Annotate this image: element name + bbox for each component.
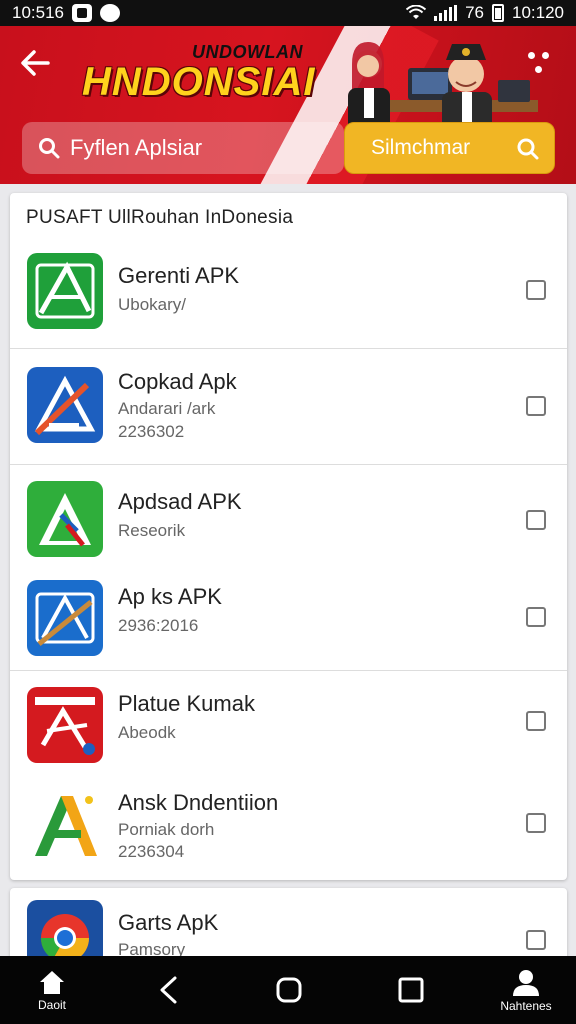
search-icon bbox=[517, 138, 539, 160]
app-name: Garts ApK bbox=[118, 910, 219, 935]
search-button-label: Silmchmar bbox=[371, 136, 471, 159]
app-name: Copkad Apk bbox=[118, 369, 237, 394]
select-checkbox[interactable] bbox=[526, 930, 546, 950]
more-options-button[interactable] bbox=[526, 48, 556, 82]
app-meta: Abeodk bbox=[118, 723, 176, 742]
app-name: Gerenti APK bbox=[118, 263, 240, 288]
green-a-icon bbox=[27, 481, 103, 557]
green-apk-icon bbox=[27, 253, 103, 329]
app-name: Ansk Dndentiion bbox=[118, 790, 279, 815]
search-icon bbox=[39, 138, 60, 159]
app-name: Ap ks APK bbox=[118, 584, 222, 609]
app-name: Apdsad APK bbox=[118, 489, 242, 514]
nav-profile-button[interactable]: Nahtenes bbox=[490, 956, 562, 1024]
app-meta-secondary: 2236304 bbox=[118, 842, 185, 861]
red-apk-icon bbox=[27, 687, 103, 763]
wifi-icon bbox=[406, 5, 427, 19]
section-title: PUSAFT UllRouhan InDonesia bbox=[26, 207, 294, 228]
chat-notification-icon bbox=[100, 4, 120, 22]
battery-icon bbox=[492, 4, 504, 22]
nav-home-label: Daoit bbox=[37, 997, 66, 1012]
status-time-right: 10:120 bbox=[512, 3, 564, 22]
nav-home-circle-button[interactable] bbox=[264, 956, 314, 1024]
list-item[interactable]: Platue Kumak Abeodk bbox=[10, 670, 567, 780]
app-meta: Ubokary/ bbox=[118, 295, 187, 314]
app-name: Platue Kumak bbox=[118, 691, 255, 716]
app-meta: Porniak dorh bbox=[118, 820, 215, 839]
app-meta: Reseorik bbox=[118, 521, 186, 540]
user-icon bbox=[513, 969, 539, 996]
nav-profile-label: Nahtenes bbox=[500, 998, 552, 1013]
search-button[interactable]: Silmchmar bbox=[344, 122, 555, 174]
home-icon bbox=[40, 970, 64, 994]
list-item[interactable]: Copkad Apk Andarari /ark 2236302 bbox=[10, 348, 567, 464]
square-icon bbox=[398, 977, 424, 1003]
status-bar: 10:516 76 10:120 bbox=[0, 0, 576, 26]
status-time-left: 10:516 bbox=[12, 3, 64, 22]
blue-pen-icon bbox=[27, 580, 103, 656]
select-checkbox[interactable] bbox=[526, 396, 546, 416]
select-checkbox[interactable] bbox=[526, 813, 546, 833]
app-list-card: PUSAFT UllRouhan InDonesia Gerenti APK U… bbox=[10, 193, 567, 880]
chevron-left-icon bbox=[160, 976, 177, 1004]
signal-icon bbox=[434, 5, 458, 21]
battery-percent: 76 bbox=[465, 3, 484, 22]
banner-title: HNDONSIAI bbox=[82, 60, 316, 104]
blue-apk-icon bbox=[27, 367, 103, 443]
list-item[interactable]: Gerenti APK Ubokary/ bbox=[10, 245, 567, 348]
nav-back-button[interactable] bbox=[144, 956, 194, 1024]
list-item[interactable]: Ansk Dndentiion Porniak dorh 2236304 bbox=[10, 780, 567, 880]
app-meta-secondary: 2236302 bbox=[118, 422, 185, 441]
back-button[interactable] bbox=[18, 46, 58, 86]
arrow-left-icon bbox=[21, 50, 50, 76]
nav-home-button[interactable]: Daoit bbox=[22, 956, 82, 1024]
select-checkbox[interactable] bbox=[526, 280, 546, 300]
navigation-bar: Daoit Nahtenes bbox=[0, 956, 576, 1024]
header-banner: UNDOWLAN HNDONSIAI Silmchmar bbox=[0, 26, 576, 184]
search-input[interactable] bbox=[70, 135, 330, 161]
a-logo-icon bbox=[27, 786, 103, 862]
app-meta: Andarari /ark bbox=[118, 399, 216, 418]
select-checkbox[interactable] bbox=[526, 607, 546, 627]
rounded-square-icon bbox=[276, 977, 302, 1003]
search-field[interactable] bbox=[22, 122, 344, 174]
list-item[interactable]: Apdsad APK Reseorik bbox=[10, 464, 567, 572]
app-meta: 2936:2016 bbox=[118, 616, 199, 635]
select-checkbox[interactable] bbox=[526, 711, 546, 731]
list-item[interactable]: Ap ks APK 2936:2016 bbox=[10, 572, 567, 672]
nav-recents-button[interactable] bbox=[386, 956, 436, 1024]
select-checkbox[interactable] bbox=[526, 510, 546, 530]
notification-app-icon bbox=[72, 4, 92, 22]
